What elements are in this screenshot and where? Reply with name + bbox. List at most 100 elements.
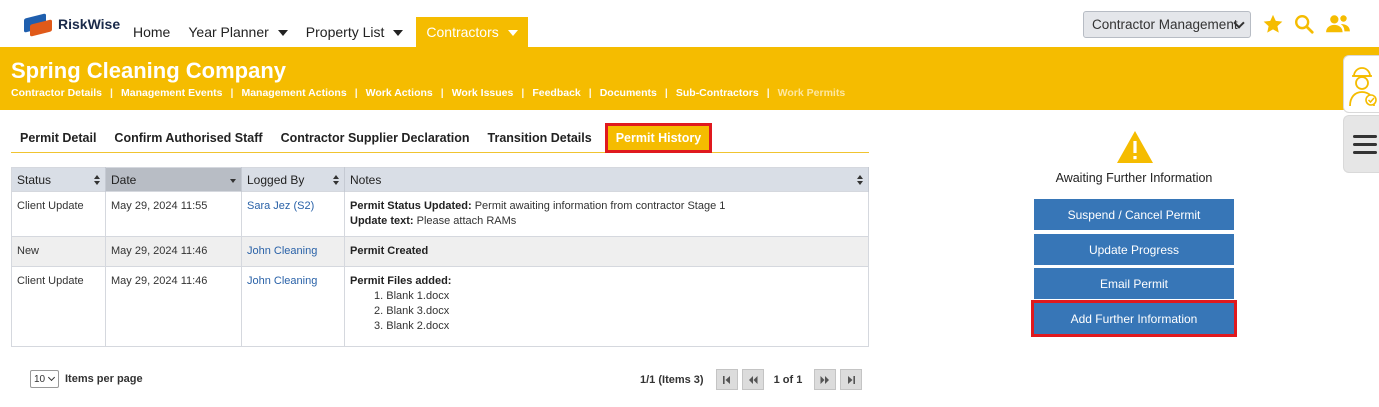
caret-down-icon <box>507 30 518 36</box>
subnav-feedback[interactable]: Feedback <box>532 87 580 99</box>
subnav-contractor-details[interactable]: Contractor Details <box>11 87 102 99</box>
cell-logged-by: Sara Jez (S2) <box>241 191 345 237</box>
column-header-date[interactable]: Date <box>105 167 242 192</box>
user-link[interactable]: John Cleaning <box>247 275 317 287</box>
cell-status: Client Update <box>11 266 106 347</box>
top-navbar: RiskWise Home Year Planner Property List… <box>0 0 1379 47</box>
nav-home-label: Home <box>133 24 171 40</box>
previous-page-icon <box>748 375 758 384</box>
nav-home[interactable]: Home <box>124 24 179 47</box>
subnav-work-actions[interactable]: Work Actions <box>366 87 433 99</box>
file-item: 2. Blank 3.docx <box>374 305 450 317</box>
subnav-separator: | <box>440 87 444 99</box>
update-progress-button[interactable]: Update Progress <box>1034 234 1234 265</box>
cell-notes: Permit Status Updated: Permit awaiting i… <box>344 191 869 237</box>
nav-property-list-label: Property List <box>305 24 385 40</box>
note-text: Please attach RAMs <box>413 215 517 227</box>
tab-permit-detail[interactable]: Permit Detail <box>11 131 105 145</box>
cell-date: May 29, 2024 11:55 <box>105 191 242 237</box>
column-header-logged-by[interactable]: Logged By <box>241 167 345 192</box>
subnav-separator: | <box>230 87 234 99</box>
column-header-label: Logged By <box>247 172 305 187</box>
menu-side-tab[interactable] <box>1343 115 1379 173</box>
subnav-separator: | <box>766 87 770 99</box>
table-header-row: Status Date Logged By Notes <box>11 167 869 192</box>
nav-contractors-label: Contractors <box>426 24 499 40</box>
users-icon[interactable] <box>1325 13 1351 35</box>
table-row: Client Update May 29, 2024 11:46 John Cl… <box>11 266 869 347</box>
cell-date: May 29, 2024 11:46 <box>105 266 242 347</box>
tab-transition-details[interactable]: Transition Details <box>479 131 601 145</box>
permit-tabs: Permit Detail Confirm Authorised Staff C… <box>11 122 869 153</box>
cell-notes: Permit Created <box>344 236 869 267</box>
search-icon[interactable] <box>1293 13 1315 35</box>
next-page-icon <box>820 375 830 384</box>
table-row: New May 29, 2024 11:46 John Cleaning Per… <box>11 236 869 267</box>
user-link[interactable]: Sara Jez (S2) <box>247 200 314 212</box>
module-select-value: Contractor Management <box>1092 17 1238 32</box>
contractor-side-tab[interactable] <box>1343 55 1379 113</box>
warning-icon <box>1117 131 1153 163</box>
column-header-label: Status <box>17 172 52 187</box>
subnav-work-issues[interactable]: Work Issues <box>452 87 514 99</box>
page-size-select[interactable]: 10 <box>30 370 59 388</box>
pager: 1/1 (Items 3) 1 of 1 <box>640 369 863 390</box>
table-row: Client Update May 29, 2024 11:55 Sara Je… <box>11 191 869 237</box>
tab-permit-history[interactable]: Permit History <box>604 122 713 153</box>
user-link[interactable]: John Cleaning <box>247 245 317 257</box>
subnav-management-actions[interactable]: Management Actions <box>241 87 346 99</box>
note-label: Update text: <box>350 215 414 227</box>
subnav-sub-contractors[interactable]: Sub-Contractors <box>676 87 759 99</box>
main-nav: Home Year Planner Property List Contract… <box>124 17 528 47</box>
first-page-button[interactable] <box>715 369 738 390</box>
previous-page-button[interactable] <box>741 369 764 390</box>
module-select[interactable]: Contractor Management <box>1083 11 1251 38</box>
note-label: Permit Files added: <box>350 275 452 287</box>
nav-year-planner-label: Year Planner <box>188 24 269 40</box>
contractor-subnav: Contractor Details | Management Events | M… <box>11 87 845 99</box>
file-list: 1. Blank 1.docx 2. Blank 3.docx 3. Blank… <box>374 289 863 334</box>
page-indicator: 1 of 1 <box>773 373 803 386</box>
items-per-page: 10 Items per page <box>30 370 143 388</box>
nav-contractors[interactable]: Contractors <box>416 17 528 47</box>
note-label: Permit Status Updated: <box>350 200 472 212</box>
subnav-work-permits[interactable]: Work Permits <box>778 87 846 99</box>
note-text: Permit awaiting information from contrac… <box>471 200 726 212</box>
cell-logged-by: John Cleaning <box>241 266 345 347</box>
items-per-page-label: Items per page <box>65 373 143 385</box>
riskwise-logo[interactable]: RiskWise <box>24 12 120 37</box>
permit-status-title: Awaiting Further Information <box>1055 171 1213 185</box>
subnav-documents[interactable]: Documents <box>600 87 657 99</box>
note-label: Permit Created <box>350 245 429 257</box>
cell-logged-by: John Cleaning <box>241 236 345 267</box>
caret-down-icon <box>393 30 404 36</box>
star-icon[interactable] <box>1262 13 1284 35</box>
cell-notes: Permit Files added: 1. Blank 1.docx 2. B… <box>344 266 869 347</box>
column-header-label: Notes <box>350 172 382 187</box>
subnav-separator: | <box>521 87 525 99</box>
subnav-separator: | <box>664 87 668 99</box>
column-header-notes[interactable]: Notes <box>344 167 869 192</box>
page-size-value: 10 <box>34 373 46 385</box>
last-page-icon <box>848 375 856 384</box>
nav-property-list[interactable]: Property List <box>297 24 413 47</box>
tab-confirm-authorised-staff[interactable]: Confirm Authorised Staff <box>105 131 271 145</box>
add-further-information-button[interactable]: Add Further Information <box>1031 300 1237 337</box>
column-header-status[interactable]: Status <box>11 167 106 192</box>
chevron-down-icon <box>47 373 56 382</box>
next-page-button[interactable] <box>814 369 837 390</box>
pager-summary: 1/1 (Items 3) <box>640 373 704 386</box>
last-page-button[interactable] <box>840 369 863 390</box>
permit-history-table: Status Date Logged By Notes Client Updat… <box>11 167 869 347</box>
cell-status: New <box>11 236 106 267</box>
subnav-separator: | <box>110 87 113 99</box>
file-item: 1. Blank 1.docx <box>374 290 450 302</box>
email-permit-button[interactable]: Email Permit <box>1034 268 1234 299</box>
tab-contractor-supplier-declaration[interactable]: Contractor Supplier Declaration <box>272 131 479 145</box>
nav-year-planner[interactable]: Year Planner <box>179 24 296 47</box>
subnav-management-events[interactable]: Management Events <box>121 87 223 99</box>
suspend-cancel-permit-button[interactable]: Suspend / Cancel Permit <box>1034 199 1234 230</box>
subnav-separator: | <box>588 87 592 99</box>
first-page-icon <box>722 375 730 384</box>
hamburger-icon <box>1353 135 1377 154</box>
